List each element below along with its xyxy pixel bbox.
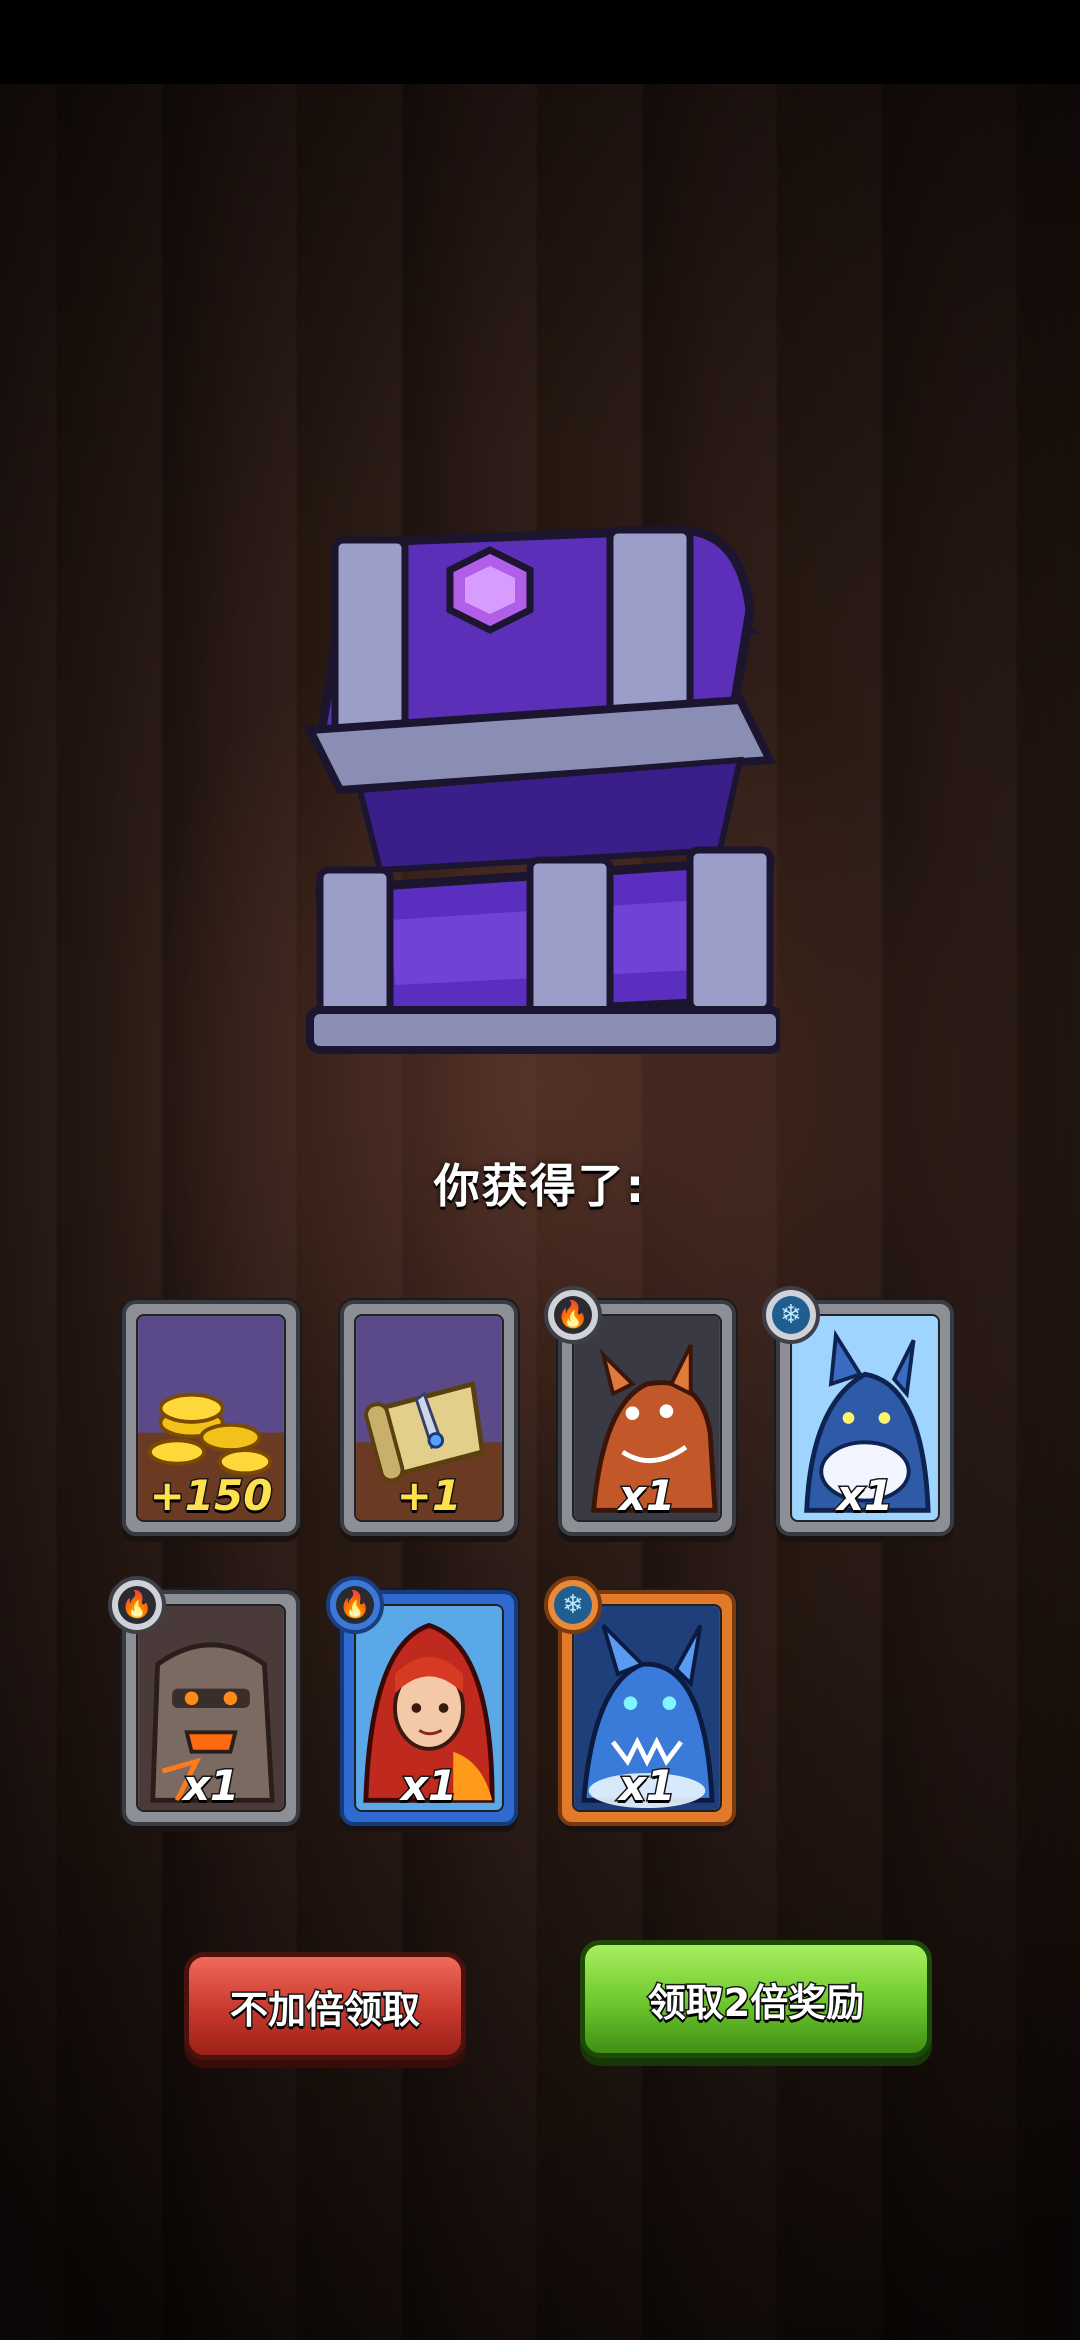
element-badge: 🔥 [544,1286,602,1344]
reward-qty: x1 [399,1760,458,1812]
claim-double-reward-button[interactable]: 领取2倍奖励 [580,1940,932,2058]
element-badge: 🔥 [326,1576,384,1634]
reward-qty: +150 [148,1470,274,1522]
reward-qty: x1 [617,1470,676,1522]
element-badge: ❄ [762,1286,820,1344]
reward-qty: x1 [617,1760,676,1812]
reward-card-lava-golem[interactable]: 🔥 x1 [108,1576,300,1826]
reward-qty: x1 [181,1760,240,1812]
snowflake-icon: ❄ [772,1296,810,1334]
reward-qty: +1 [395,1470,462,1522]
claim-without-double-button[interactable]: 不加倍领取 [184,1952,466,2060]
reward-qty: x1 [835,1470,894,1522]
fire-icon: 🔥 [118,1586,156,1624]
element-badge: 🔥 [108,1576,166,1634]
reward-card-ice-wolf[interactable]: ❄ x1 [762,1286,954,1536]
reward-card-ice-dragon[interactable]: ❄ x1 [544,1576,736,1826]
snowflake-icon: ❄ [554,1586,592,1624]
reward-card-gold[interactable]: +150 [122,1300,300,1536]
reward-card-scroll[interactable]: +1 [340,1300,518,1536]
fire-icon: 🔥 [336,1586,374,1624]
fire-icon: 🔥 [554,1296,592,1334]
reward-card-fire-mage[interactable]: 🔥 x1 [326,1576,518,1826]
reward-card-fire-dragon[interactable]: 🔥 x1 [544,1286,736,1536]
element-badge: ❄ [544,1576,602,1634]
